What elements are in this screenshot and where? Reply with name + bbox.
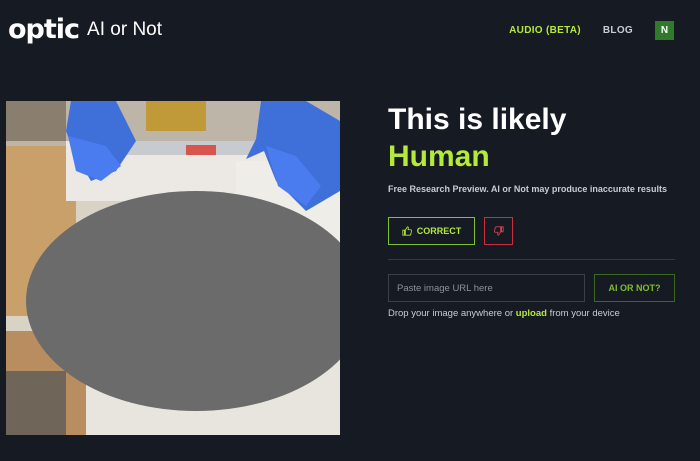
result-panel: This is likely Human Free Research Previ… [388,101,678,319]
top-nav: AUDIO (BETA) BLOG N [509,21,674,40]
result-verdict: Human [388,140,490,173]
uploaded-image [6,101,340,435]
section-divider [388,259,675,260]
result-headline: This is likely [388,103,567,136]
url-check-row: AI OR NOT? [388,274,678,302]
thumbs-down-icon [493,226,504,236]
correct-button-label: CORRECT [416,226,462,236]
disclaimer-text: Free Research Preview. AI or Not may pro… [388,184,667,194]
upload-link[interactable]: upload [516,308,547,319]
drop-prefix: Drop your image anywhere or [388,308,514,319]
thumbs-up-icon [402,226,412,236]
logo-wordmark: optic [8,14,80,45]
logo[interactable]: optic AI or Not [8,16,162,44]
drop-suffix: from your device [549,308,620,319]
nav-link-blog[interactable]: BLOG [603,25,633,36]
product-name: AI or Not [87,19,163,40]
nav-link-audio[interactable]: AUDIO (BETA) [509,25,581,36]
ai-or-not-button[interactable]: AI OR NOT? [594,274,675,302]
uploaded-photo [6,101,340,435]
image-url-input[interactable] [388,274,585,302]
correct-button[interactable]: CORRECT [388,217,475,245]
drop-instructions: Drop your image anywhere or upload from … [388,308,678,319]
feedback-group: CORRECT [388,217,678,245]
user-avatar[interactable]: N [655,21,674,40]
incorrect-button[interactable] [484,217,513,245]
